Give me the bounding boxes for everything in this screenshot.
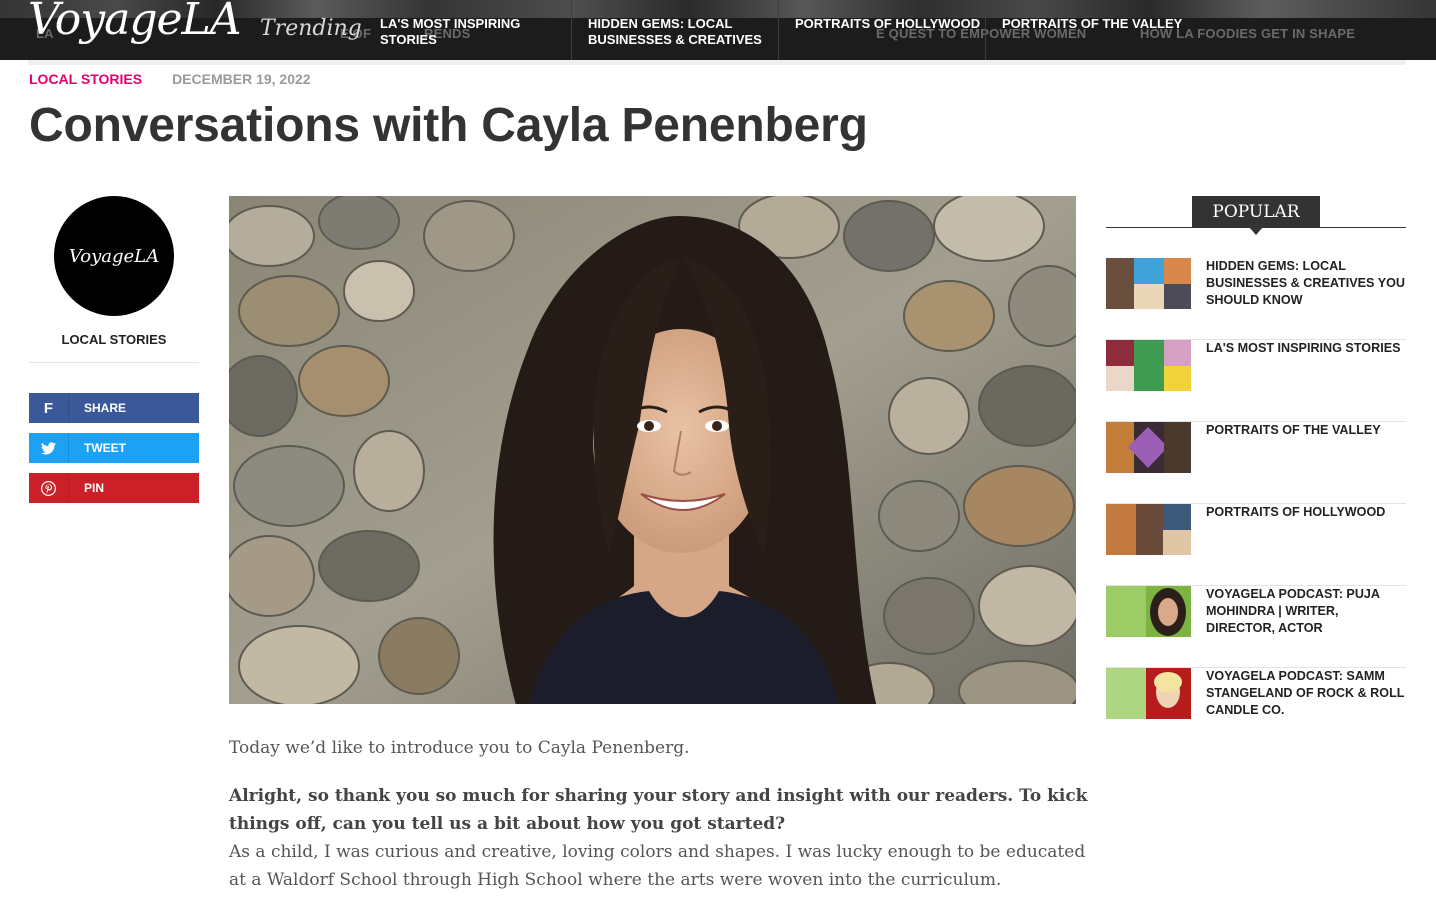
trending-links: LA's Most Inspiring Stories Hidden Gems:… xyxy=(364,0,1192,60)
article-hero-image xyxy=(229,196,1076,704)
article-title: Conversations with Cayla Penenberg xyxy=(29,99,868,152)
share-button-label: Share xyxy=(84,401,127,415)
thumbnail-image xyxy=(1106,504,1191,555)
popular-thumbnail[interactable] xyxy=(1106,504,1191,555)
thumbnail-image xyxy=(1106,258,1191,309)
interview-answer: As a child, I was curious and creative, … xyxy=(229,842,1086,890)
popular-item[interactable]: Portraits of the Valley xyxy=(1106,422,1406,504)
thumbnail-image xyxy=(1106,586,1191,637)
interview-question: Alright, so thank you so much for sharin… xyxy=(229,786,1088,834)
trending-link-portraits-valley[interactable]: Portraits of the Valley xyxy=(985,0,1192,60)
popular-thumbnail[interactable] xyxy=(1106,258,1191,309)
tweet-button-label: Tweet xyxy=(84,441,126,455)
thumbnail-image xyxy=(1106,422,1191,473)
article-body: Today we’d like to introduce you to Cayl… xyxy=(229,734,1089,894)
thumbnail-image xyxy=(1106,668,1191,719)
popular-item[interactable]: Hidden Gems: Local Businesses & Creative… xyxy=(1106,258,1406,340)
pin-button-label: Pin xyxy=(84,481,105,495)
popular-item-title[interactable]: Hidden Gems: Local Businesses & Creative… xyxy=(1191,258,1406,339)
pinterest-icon xyxy=(29,473,69,503)
popular-list: Hidden Gems: Local Businesses & Creative… xyxy=(1106,258,1406,750)
trending-link-portraits-hollywood[interactable]: Portraits of Hollywood xyxy=(778,0,985,60)
popular-item-title[interactable]: LA's Most Inspiring Stories xyxy=(1191,340,1406,421)
popular-item-title[interactable]: VoyageLA Podcast: Samm Stangeland of Roc… xyxy=(1191,668,1406,750)
popular-thumbnail[interactable] xyxy=(1106,422,1191,473)
top-nav-bar: LA E OF RENDS E QUEST TO EMPOWER WOMEN H… xyxy=(0,0,1436,60)
popular-thumbnail[interactable] xyxy=(1106,668,1191,719)
popular-item[interactable]: LA's Most Inspiring Stories xyxy=(1106,340,1406,422)
author-avatar[interactable]: VoyageLA xyxy=(54,196,174,316)
trending-link-hidden-gems[interactable]: Hidden Gems: Local Businesses & Creative… xyxy=(571,0,778,60)
trending-label: Trending xyxy=(260,16,362,41)
facebook-share-button[interactable]: f Share xyxy=(29,393,199,423)
pinterest-share-button[interactable]: Pin xyxy=(29,473,199,503)
author-category-link[interactable]: Local Stories xyxy=(29,332,199,347)
article-category-link[interactable]: Local Stories xyxy=(29,71,142,87)
popular-item[interactable]: VoyageLA Podcast: Puja Mohindra | Writer… xyxy=(1106,586,1406,668)
popular-item-title[interactable]: VoyageLA Podcast: Puja Mohindra | Writer… xyxy=(1191,586,1406,667)
popular-item[interactable]: VoyageLA Podcast: Samm Stangeland of Roc… xyxy=(1106,668,1406,750)
avatar-logo-text: VoyageLA xyxy=(68,245,160,267)
twitter-share-button[interactable]: Tweet xyxy=(29,433,199,463)
popular-thumbnail[interactable] xyxy=(1106,340,1191,391)
article-intro: Today we’d like to introduce you to Cayl… xyxy=(229,738,690,758)
twitter-icon xyxy=(29,433,69,463)
site-logo[interactable]: VoyageLA xyxy=(28,0,242,45)
portrait-photo xyxy=(229,196,1076,704)
article-date: December 19, 2022 xyxy=(172,71,311,87)
caret-down-icon xyxy=(1249,227,1263,235)
header-divider xyxy=(28,60,1406,65)
popular-item-title[interactable]: Portraits of the Valley xyxy=(1191,422,1406,503)
popular-heading: Popular xyxy=(1192,196,1320,227)
popular-item[interactable]: Portraits of Hollywood xyxy=(1106,504,1406,586)
rail-divider xyxy=(29,362,199,363)
facebook-icon: f xyxy=(29,393,69,423)
article-meta: Local Stories December 19, 2022 xyxy=(29,71,311,87)
popular-thumbnail[interactable] xyxy=(1106,586,1191,637)
thumbnail-image xyxy=(1106,340,1191,391)
trending-link-inspiring-stories[interactable]: LA's Most Inspiring Stories xyxy=(364,0,571,60)
popular-item-title[interactable]: Portraits of Hollywood xyxy=(1191,504,1406,585)
